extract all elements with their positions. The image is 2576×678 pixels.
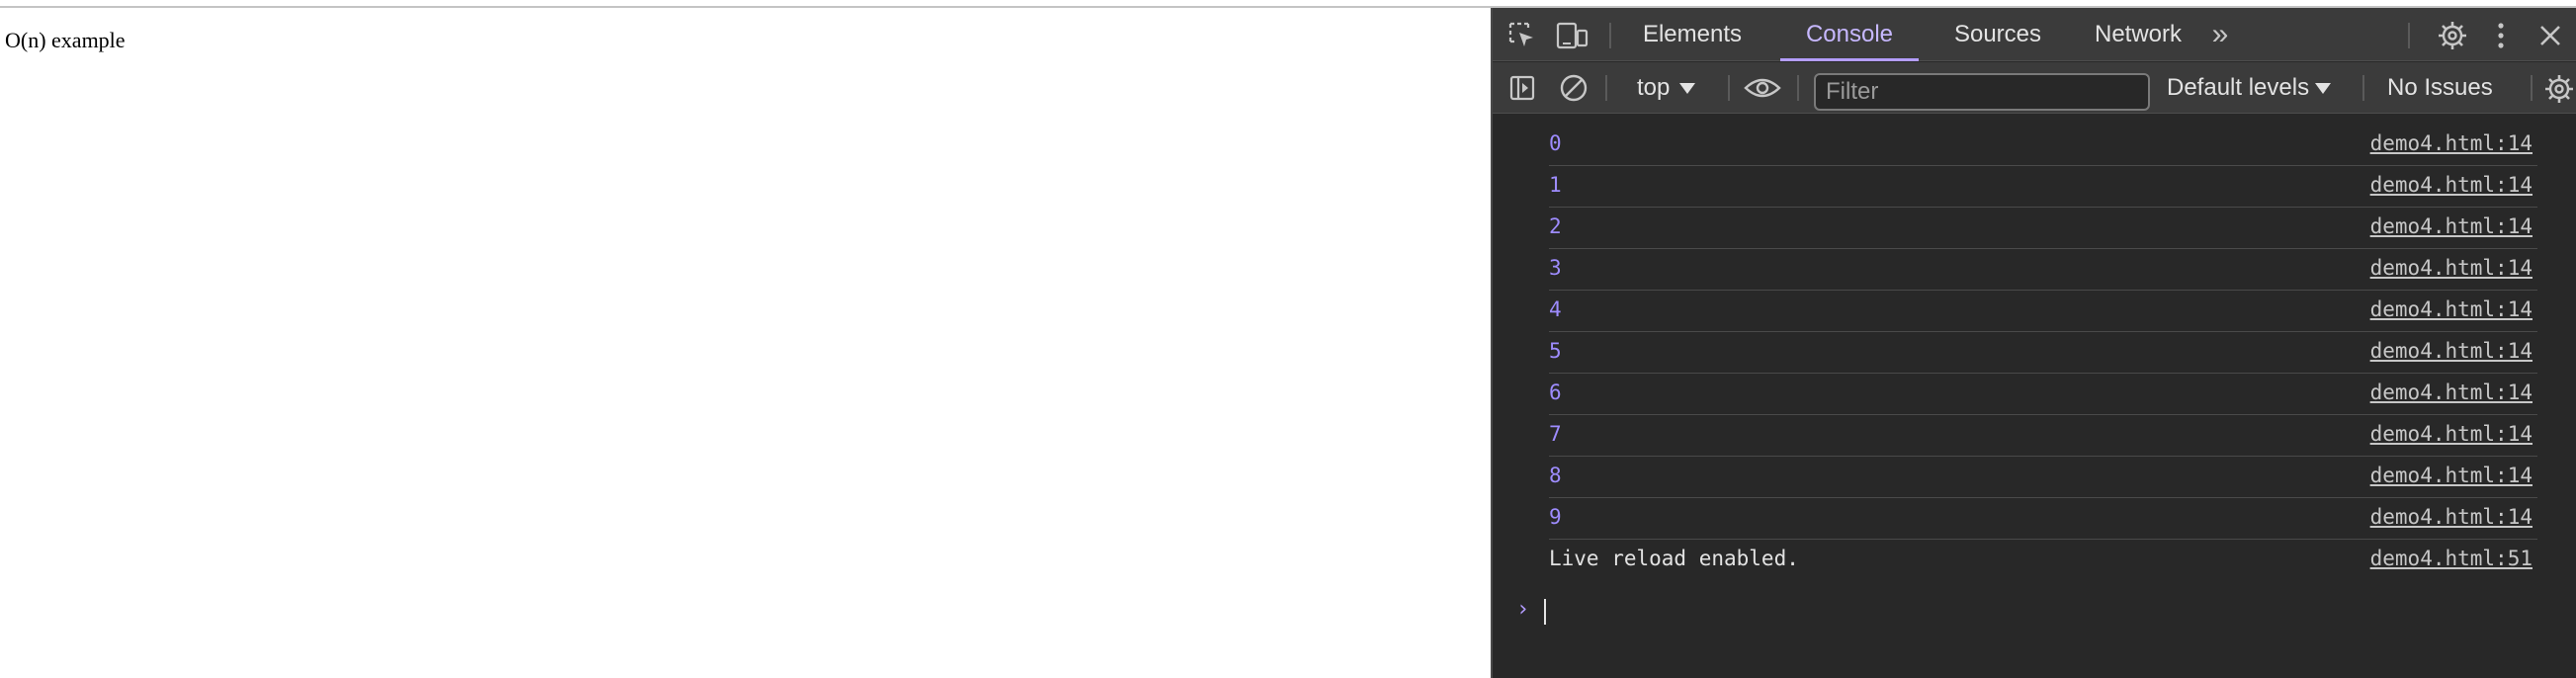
console-toolbar: top Default levels No Issues <box>1493 62 2576 114</box>
console-message: 2 demo4.html:14 <box>1549 208 2537 249</box>
console-message: 3 demo4.html:14 <box>1549 249 2537 291</box>
inspect-element-icon[interactable] <box>1506 20 1538 51</box>
browser-top-border <box>0 0 2576 8</box>
close-devtools-icon[interactable] <box>2534 20 2566 51</box>
console-message: 4 demo4.html:14 <box>1549 291 2537 332</box>
context-label: top <box>1637 74 1671 101</box>
devtools-tab-bar: Elements Console Sources Network » <box>1493 8 2576 61</box>
page-viewport: O(n) example <box>0 8 1491 678</box>
console-message-value: 4 <box>1549 297 1562 321</box>
source-link[interactable]: demo4.html:14 <box>2370 131 2533 155</box>
console-message: 6 demo4.html:14 <box>1549 374 2537 415</box>
console-message: 0 demo4.html:14 <box>1549 125 2537 166</box>
source-link[interactable]: demo4.html:14 <box>2370 381 2533 404</box>
live-expression-eye-icon[interactable] <box>1742 72 1783 104</box>
console-prompt-chevron-icon: › <box>1516 597 1530 622</box>
console-settings-gear-icon[interactable] <box>2542 72 2576 106</box>
source-link[interactable]: demo4.html:14 <box>2370 505 2533 529</box>
console-message-value: 9 <box>1549 505 1562 529</box>
toolbar-separator <box>1605 75 1607 101</box>
chevron-down-icon <box>1679 82 1696 94</box>
console-message-value: 0 <box>1549 131 1562 155</box>
show-sidebar-icon[interactable] <box>1506 72 1538 104</box>
source-link[interactable]: demo4.html:14 <box>2370 297 2533 321</box>
console-message-value: 2 <box>1549 214 1562 238</box>
source-link[interactable]: demo4.html:14 <box>2370 214 2533 238</box>
console-message-value: 8 <box>1549 464 1562 487</box>
toolbar-separator <box>1728 75 1730 101</box>
issues-label: No Issues <box>2387 74 2493 101</box>
context-selector[interactable]: top <box>1637 74 1696 102</box>
console-message-value: 1 <box>1549 173 1562 197</box>
chevron-down-icon <box>2315 82 2332 94</box>
source-link[interactable]: demo4.html:14 <box>2370 256 2533 280</box>
source-link[interactable]: demo4.html:14 <box>2370 464 2533 487</box>
console-message-value: 6 <box>1549 381 1562 404</box>
console-message-value: 3 <box>1549 256 1562 280</box>
more-options-icon[interactable] <box>2489 19 2513 52</box>
tab-bar-separator <box>1609 23 1611 48</box>
console-message: Live reload enabled. demo4.html:51 <box>1549 540 2537 581</box>
toolbar-separator <box>1797 75 1799 101</box>
clear-console-icon[interactable] <box>1558 72 1589 104</box>
console-message: 7 demo4.html:14 <box>1549 415 2537 457</box>
console-message: 8 demo4.html:14 <box>1549 457 2537 498</box>
source-link[interactable]: demo4.html:51 <box>2370 547 2533 570</box>
console-message: 1 demo4.html:14 <box>1549 166 2537 208</box>
tab-network[interactable]: Network <box>2079 8 2197 61</box>
tab-elements[interactable]: Elements <box>1634 8 1751 61</box>
console-message: 5 demo4.html:14 <box>1549 332 2537 374</box>
console-input-cursor[interactable] <box>1544 599 1546 625</box>
source-link[interactable]: demo4.html:14 <box>2370 173 2533 197</box>
source-link[interactable]: demo4.html:14 <box>2370 339 2533 363</box>
tab-console[interactable]: Console <box>1780 8 1919 61</box>
device-toolbar-icon[interactable] <box>1554 20 1589 51</box>
settings-gear-icon[interactable] <box>2436 19 2469 52</box>
log-levels-dropdown[interactable]: Default levels <box>2167 74 2332 102</box>
devtools-panel: Elements Console Sources Network » top F… <box>1491 8 2576 678</box>
console-message-value: 7 <box>1549 422 1562 446</box>
page-body-text: O(n) example <box>5 28 126 52</box>
tab-bar-separator-right <box>2408 23 2410 48</box>
toolbar-separator <box>2531 75 2533 101</box>
more-tabs-icon[interactable]: » <box>2202 8 2238 61</box>
source-link[interactable]: demo4.html:14 <box>2370 422 2533 446</box>
toolbar-separator <box>2362 75 2364 101</box>
console-filter-input[interactable] <box>1814 73 2150 111</box>
console-message-value: 5 <box>1549 339 1562 363</box>
log-levels-label: Default levels <box>2167 74 2310 101</box>
issues-counter[interactable]: No Issues <box>2387 74 2493 102</box>
console-output: 0 demo4.html:14 1 demo4.html:14 2 demo4.htm… <box>1493 115 2576 678</box>
tab-sources[interactable]: Sources <box>1943 8 2052 61</box>
console-message: 9 demo4.html:14 <box>1549 498 2537 540</box>
console-message-text: Live reload enabled. <box>1549 547 1799 570</box>
